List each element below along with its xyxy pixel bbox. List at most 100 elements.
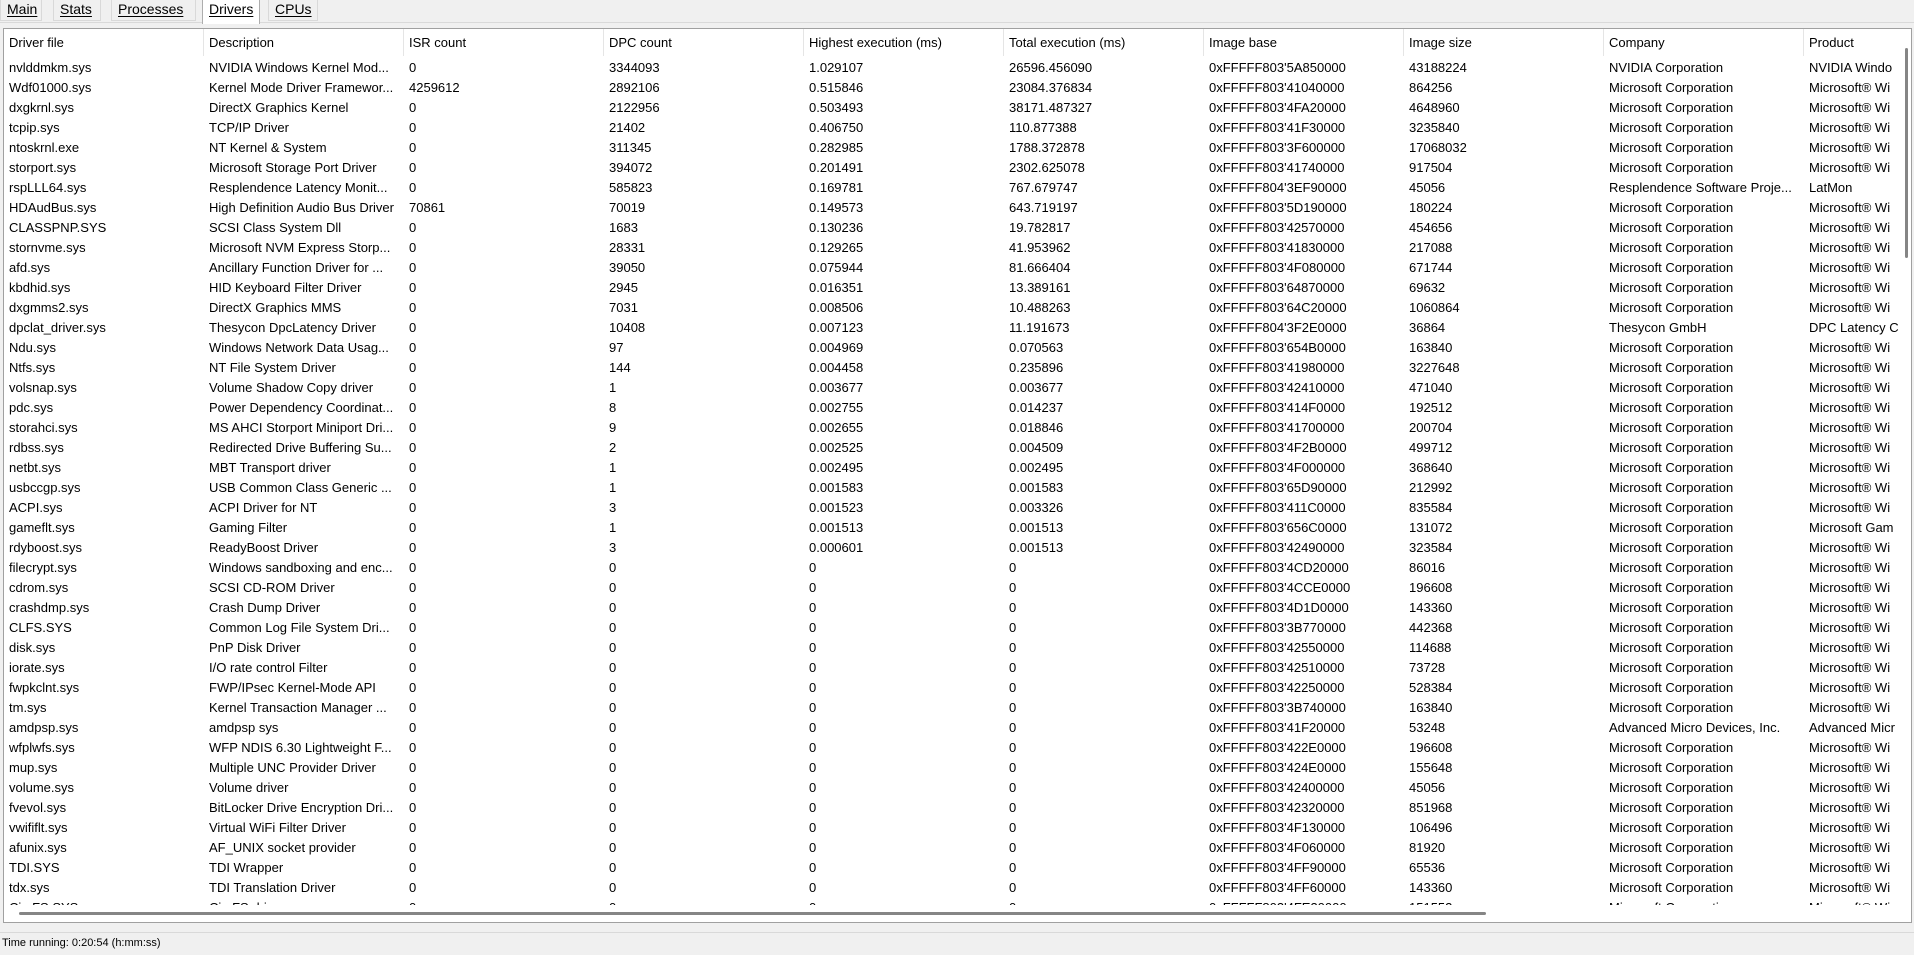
table-row[interactable]: amdpsp.sys amdpsp sys 0 0 0 0 0xFFFFF803'41F20… [4, 718, 1911, 738]
table-row[interactable]: dxgkrnl.sys DirectX Graphics Kernel 0 21229… [4, 98, 1911, 118]
table-row[interactable]: Wdf01000.sys Kernel Mode Driver Framewor.… [4, 78, 1911, 98]
horizontal-scroll-thumb[interactable] [19, 912, 1486, 915]
table-row[interactable]: nvlddmkm.sys NVIDIA Windows Kernel Mod...… [4, 58, 1911, 78]
cell-company: NVIDIA Corporation [1609, 60, 1724, 75]
table-row[interactable]: dxgmms2.sys DirectX Graphics MMS 0 7031 0.00… [4, 298, 1911, 318]
cell-isr-count: 0 [409, 440, 417, 455]
cell-isr-count: 0 [409, 840, 417, 855]
cell-image-base: 0xFFFFF803'4F000000 [1209, 460, 1346, 475]
cell-dpc-count: 0 [609, 760, 617, 775]
column-header-image-base[interactable]: Image base [1204, 29, 1404, 56]
table-row[interactable]: mup.sys Multiple UNC Provider Driver 0 0 0 0 0… [4, 758, 1911, 778]
table-row[interactable]: ACPI.sys ACPI Driver for NT 0 3 0.001523 0.00… [4, 498, 1911, 518]
column-header-isr-count[interactable]: ISR count [404, 29, 604, 56]
cell-total-execution: 23084.376834 [1009, 80, 1093, 95]
cell-image-size: 69632 [1409, 280, 1446, 295]
table-row[interactable]: CLFS.SYS Common Log File System Dri... 0 0 0… [4, 618, 1911, 638]
table-row[interactable]: fvevol.sys BitLocker Drive Encryption Dri… [4, 798, 1911, 818]
cell-description: High Definition Audio Bus Driver [209, 200, 394, 215]
table-row[interactable]: disk.sys PnP Disk Driver 0 0 0 0 0xFFFFF803'42… [4, 638, 1911, 658]
table-row[interactable]: rdyboost.sys ReadyBoost Driver 0 3 0.000601 0… [4, 538, 1911, 558]
status-bar: Time running: 0:20:54 (h:mm:ss) [0, 932, 1914, 955]
vertical-scrollbar[interactable] [1902, 29, 1911, 922]
tab-main[interactable]: Main [0, 0, 42, 21]
table-row[interactable]: afd.sys Ancillary Function Driver for ...… [4, 258, 1911, 278]
table-row[interactable]: tcpip.sys TCP/IP Driver 0 21402 0.406750 110.… [4, 118, 1911, 138]
column-header-product[interactable]: Product [1804, 29, 1911, 56]
cell-image-size: 106496 [1409, 820, 1453, 835]
cell-isr-count: 0 [409, 340, 417, 355]
table-row[interactable]: wfplwfs.sys WFP NDIS 6.30 Lightweight F..… [4, 738, 1911, 758]
tab-processes[interactable]: Processes [111, 0, 196, 21]
cell-total-execution: 0.001513 [1009, 520, 1064, 535]
table-row[interactable]: volsnap.sys Volume Shadow Copy driver 0 1 0.… [4, 378, 1911, 398]
table-row[interactable]: fwpkclnt.sys FWP/IPsec Kernel-Mode API 0 0 0… [4, 678, 1911, 698]
table-row[interactable]: iorate.sys I/O rate control Filter 0 0 0 0 0xF… [4, 658, 1911, 678]
cell-total-execution: 0 [1009, 860, 1017, 875]
table-row[interactable]: storport.sys Microsoft Storage Port Drive… [4, 158, 1911, 178]
table-row[interactable]: rdbss.sys Redirected Drive Buffering Su..… [4, 438, 1911, 458]
table-row[interactable]: rspLLL64.sys Resplendence Latency Monit..… [4, 178, 1911, 198]
cell-company: Microsoft Corporation [1609, 460, 1734, 475]
cell-image-base: 0xFFFFF803'42250000 [1209, 680, 1345, 695]
cell-product: LatMon [1809, 180, 1853, 195]
table-row[interactable]: ntoskrnl.exe NT Kernel & System 0 311345 0.2… [4, 138, 1911, 158]
table-row[interactable]: CLASSPNP.SYS SCSI Class System Dll 0 1683 0.… [4, 218, 1911, 238]
cell-dpc-count: 97 [609, 340, 624, 355]
table-row[interactable]: TDI.SYS TDI Wrapper 0 0 0 0 0xFFFFF803'4FF9000… [4, 858, 1911, 878]
column-header-driver-file[interactable]: Driver file [4, 29, 204, 56]
table-row[interactable]: stornvme.sys Microsoft NVM Express Storp.… [4, 238, 1911, 258]
cell-description: HID Keyboard Filter Driver [209, 280, 362, 295]
cell-image-base: 0xFFFFF803'4F080000 [1209, 260, 1346, 275]
cell-highest-execution: 0.016351 [809, 280, 864, 295]
tab-cpus[interactable]: CPUs [268, 0, 318, 21]
tab-drivers[interactable]: Drivers [202, 0, 260, 24]
table-row[interactable]: cdrom.sys SCSI CD-ROM Driver 0 0 0 0 0xFFFFF80… [4, 578, 1911, 598]
cell-image-base: 0xFFFFF803'4FF90000 [1209, 860, 1346, 875]
column-header-highest-execution[interactable]: Highest execution (ms) [804, 29, 1004, 56]
table-row[interactable]: pdc.sys Power Dependency Coordinat... 0 8 0.… [4, 398, 1911, 418]
table-row[interactable]: usbccgp.sys USB Common Class Generic ... 0… [4, 478, 1911, 498]
table-row[interactable]: filecrypt.sys Windows sandboxing and enc.… [4, 558, 1911, 578]
cell-image-base: 0xFFFFF803'41740000 [1209, 160, 1345, 175]
vertical-scroll-thumb[interactable] [1905, 48, 1908, 258]
tab-stats[interactable]: Stats [53, 0, 101, 21]
cell-company: Microsoft Corporation [1609, 280, 1734, 295]
table-row[interactable]: Ndu.sys Windows Network Data Usag... 0 97 0.… [4, 338, 1911, 358]
table-row[interactable]: dpclat_driver.sys Thesycon DpcLatency Dri… [4, 318, 1911, 338]
table-row[interactable]: kbdhid.sys HID Keyboard Filter Driver 0 294… [4, 278, 1911, 298]
column-header-dpc-count[interactable]: DPC count [604, 29, 804, 56]
cell-image-base: 0xFFFFF803'411C0000 [1209, 500, 1346, 515]
cell-company: Microsoft Corporation [1609, 360, 1734, 375]
table-row[interactable]: vwififlt.sys Virtual WiFi Filter Driver 0 0… [4, 818, 1911, 838]
table-row[interactable]: gameflt.sys Gaming Filter 0 1 0.001513 0.0015… [4, 518, 1911, 538]
table-row[interactable]: afunix.sys AF_UNIX socket provider 0 0 0 0 0xF… [4, 838, 1911, 858]
column-header-image-size[interactable]: Image size [1404, 29, 1604, 56]
table-row[interactable]: tdx.sys TDI Translation Driver 0 0 0 0 0xFFFFF… [4, 878, 1911, 898]
cell-description: ReadyBoost Driver [209, 540, 319, 555]
cell-total-execution: 19.782817 [1009, 220, 1071, 235]
cell-highest-execution: 0.002755 [809, 400, 864, 415]
cell-isr-count: 0 [409, 880, 417, 895]
table-row[interactable]: storahci.sys MS AHCI Storport Miniport Dr… [4, 418, 1911, 438]
table-row[interactable]: Ntfs.sys NT File System Driver 0 144 0.00445… [4, 358, 1911, 378]
cell-highest-execution: 0 [809, 600, 817, 615]
cell-image-size: 3227648 [1409, 360, 1460, 375]
column-header-description[interactable]: Description [204, 29, 404, 56]
horizontal-scrollbar[interactable] [4, 905, 1911, 922]
cell-description: Multiple UNC Provider Driver [209, 760, 376, 775]
table-row[interactable]: volume.sys Volume driver 0 0 0 0 0xFFFFF803'42… [4, 778, 1911, 798]
table-row[interactable]: tm.sys Kernel Transaction Manager ... 0 0 0 0… [4, 698, 1911, 718]
cell-image-base: 0xFFFFF803'41700000 [1209, 420, 1345, 435]
cell-isr-count: 0 [409, 520, 417, 535]
table-row[interactable]: netbt.sys MBT Transport driver 0 1 0.002495 0… [4, 458, 1911, 478]
cell-image-size: 200704 [1409, 420, 1453, 435]
cell-product: Microsoft® Wi [1809, 300, 1891, 315]
column-header-company[interactable]: Company [1604, 29, 1804, 56]
cell-company: Advanced Micro Devices, Inc. [1609, 720, 1781, 735]
cell-description: ACPI Driver for NT [209, 500, 318, 515]
cell-company: Microsoft Corporation [1609, 500, 1734, 515]
column-header-total-execution[interactable]: Total execution (ms) [1004, 29, 1204, 56]
table-row[interactable]: crashdmp.sys Crash Dump Driver 0 0 0 0 0xFFFFF… [4, 598, 1911, 618]
table-row[interactable]: HDAudBus.sys High Definition Audio Bus Dr… [4, 198, 1911, 218]
